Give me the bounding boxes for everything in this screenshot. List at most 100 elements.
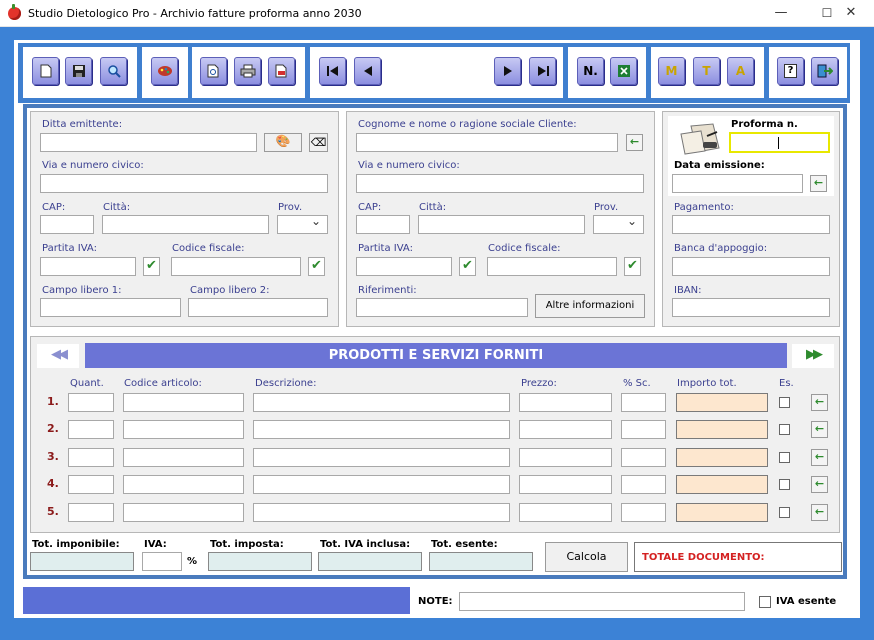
product-price-input[interactable] xyxy=(519,475,612,494)
previous-record-button[interactable] xyxy=(354,57,381,85)
save-button[interactable] xyxy=(65,57,92,85)
product-discount-input[interactable] xyxy=(621,503,666,522)
product-price-input[interactable] xyxy=(519,393,612,412)
excel-export-button[interactable] xyxy=(610,57,637,85)
product-desc-input[interactable] xyxy=(253,393,510,412)
close-button[interactable]: ✕ xyxy=(828,0,874,27)
m-button[interactable]: M xyxy=(658,57,685,85)
product-discount-input[interactable] xyxy=(621,420,666,439)
free-field-2-input[interactable] xyxy=(188,298,328,317)
vat-exempt-checkbox[interactable] xyxy=(759,596,771,608)
first-record-button[interactable] xyxy=(319,57,346,85)
palette-button[interactable] xyxy=(151,57,178,85)
client-cap-input[interactable] xyxy=(356,215,410,234)
eraser-button[interactable]: ⌫ xyxy=(309,133,328,152)
date-picker-button[interactable]: ← xyxy=(810,175,827,192)
tax-code-check-button[interactable]: ✔ xyxy=(308,257,325,276)
product-discount-input[interactable] xyxy=(621,475,666,494)
bank-input[interactable] xyxy=(672,257,830,276)
next-record-button[interactable] xyxy=(494,57,521,85)
product-price-input[interactable] xyxy=(519,448,612,467)
product-code-input[interactable] xyxy=(123,393,244,412)
t-button[interactable]: T xyxy=(693,57,720,85)
more-info-button[interactable]: Altre informazioni xyxy=(535,294,645,318)
product-price-input[interactable] xyxy=(519,503,612,522)
tax-total-field xyxy=(208,552,312,571)
client-city-label: Città: xyxy=(419,202,447,213)
product-desc-input[interactable] xyxy=(253,503,510,522)
prov-select[interactable] xyxy=(277,214,328,234)
minimize-button[interactable]: — xyxy=(758,0,804,27)
pdf-export-button[interactable] xyxy=(268,57,295,85)
tax-code-input[interactable] xyxy=(171,257,301,276)
product-exempt-checkbox[interactable] xyxy=(779,424,790,435)
references-input[interactable] xyxy=(356,298,528,317)
client-name-input[interactable] xyxy=(356,133,618,152)
product-qty-input[interactable] xyxy=(68,393,114,412)
iban-input[interactable] xyxy=(672,298,830,317)
product-qty-input[interactable] xyxy=(68,503,114,522)
product-lookup-button[interactable]: ← xyxy=(811,449,828,466)
client-vat-check-button[interactable]: ✔ xyxy=(459,257,476,276)
product-lookup-button[interactable]: ← xyxy=(811,394,828,411)
client-city-input[interactable] xyxy=(418,215,585,234)
product-code-input[interactable] xyxy=(123,475,244,494)
product-lookup-button[interactable]: ← xyxy=(811,504,828,521)
calculate-button[interactable]: Calcola xyxy=(545,542,628,572)
a-button[interactable]: A xyxy=(727,57,754,85)
client-lookup-button[interactable]: ← xyxy=(626,134,643,151)
product-code-input[interactable] xyxy=(123,448,244,467)
product-desc-input[interactable] xyxy=(253,475,510,494)
search-button[interactable] xyxy=(100,57,127,85)
product-exempt-checkbox[interactable] xyxy=(779,397,790,408)
products-prev-page-button[interactable]: ◀◀ xyxy=(37,344,79,368)
city-input[interactable] xyxy=(102,215,269,234)
products-next-page-button[interactable]: ▶▶ xyxy=(792,344,834,368)
product-exempt-checkbox[interactable] xyxy=(779,452,790,463)
product-discount-input[interactable] xyxy=(621,393,666,412)
product-row-number: 4. xyxy=(47,477,59,490)
vat-rate-input[interactable] xyxy=(142,552,182,571)
help-button[interactable]: ? xyxy=(777,57,804,85)
issue-date-input[interactable] xyxy=(672,174,803,193)
product-discount-input[interactable] xyxy=(621,448,666,467)
product-qty-input[interactable] xyxy=(68,475,114,494)
vat-input[interactable] xyxy=(40,257,136,276)
product-exempt-checkbox[interactable] xyxy=(779,479,790,490)
print-button[interactable] xyxy=(234,57,261,85)
checkmark-icon: ✔ xyxy=(311,258,322,273)
product-qty-input[interactable] xyxy=(68,420,114,439)
preview-button[interactable] xyxy=(200,57,227,85)
product-desc-input[interactable] xyxy=(253,448,510,467)
client-vat-input[interactable] xyxy=(356,257,452,276)
new-document-button[interactable] xyxy=(32,57,59,85)
payment-input[interactable] xyxy=(672,215,830,234)
vat-included-total-field xyxy=(318,552,422,571)
client-tax-code-input[interactable] xyxy=(487,257,617,276)
logo-button[interactable]: 🎨 xyxy=(264,133,302,152)
company-input[interactable] xyxy=(40,133,257,152)
product-exempt-checkbox[interactable] xyxy=(779,507,790,518)
notes-input[interactable] xyxy=(459,592,745,611)
proforma-number-input[interactable] xyxy=(729,132,830,153)
product-lookup-button[interactable]: ← xyxy=(811,476,828,493)
product-lookup-button[interactable]: ← xyxy=(811,421,828,438)
product-row-number: 1. xyxy=(47,395,59,408)
address-input[interactable] xyxy=(40,174,328,193)
product-code-input[interactable] xyxy=(123,503,244,522)
product-price-input[interactable] xyxy=(519,420,612,439)
client-address-input[interactable] xyxy=(356,174,644,193)
exit-button[interactable] xyxy=(811,57,838,85)
product-desc-input[interactable] xyxy=(253,420,510,439)
vat-percent-label: % xyxy=(187,556,198,567)
product-qty-input[interactable] xyxy=(68,448,114,467)
free-field-1-input[interactable] xyxy=(40,298,181,317)
vat-check-button[interactable]: ✔ xyxy=(143,257,160,276)
client-prov-select[interactable] xyxy=(593,214,644,234)
client-tax-code-check-button[interactable]: ✔ xyxy=(624,257,641,276)
cap-input[interactable] xyxy=(40,215,94,234)
last-record-button[interactable] xyxy=(529,57,556,85)
product-code-input[interactable] xyxy=(123,420,244,439)
help-icon: ? xyxy=(784,64,797,78)
numbering-button[interactable]: N. xyxy=(577,57,604,85)
